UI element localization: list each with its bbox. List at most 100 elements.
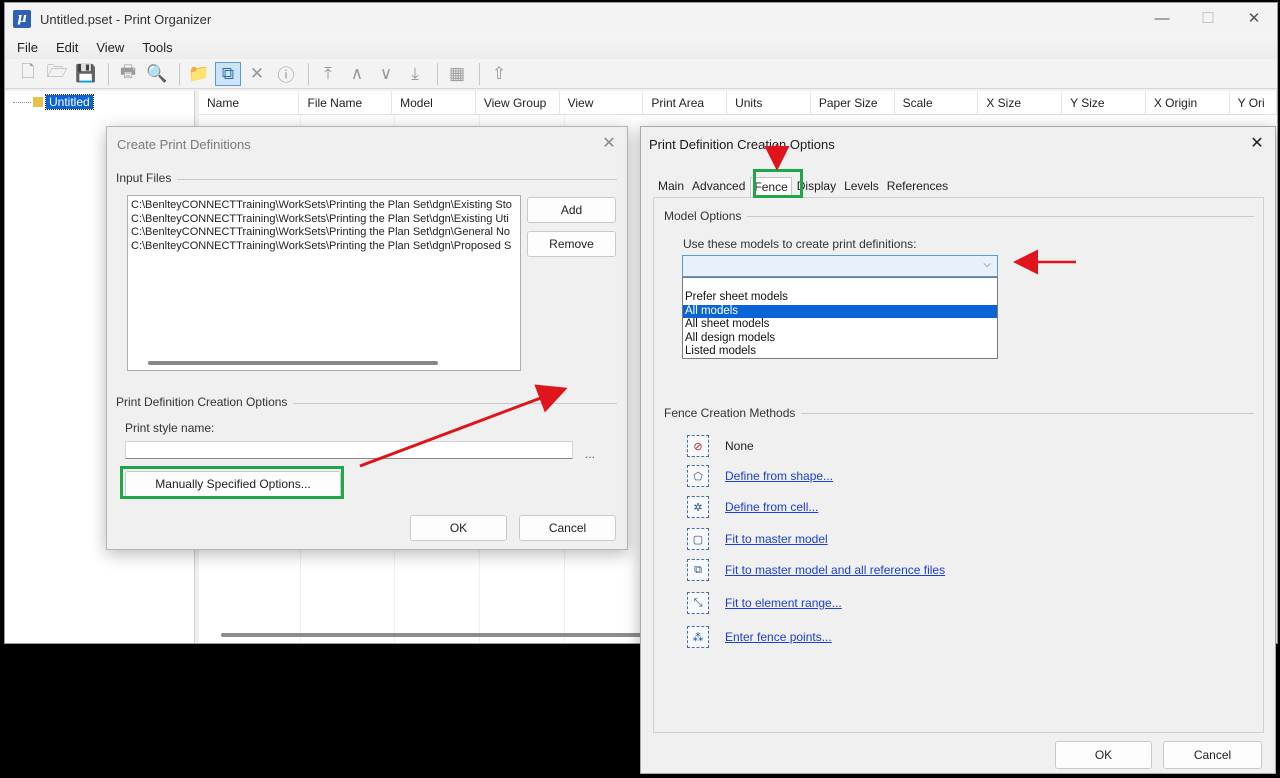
properties-icon[interactable]: ⓘ <box>273 62 299 86</box>
fence-element-range-icon[interactable]: ⤡ <box>687 592 709 614</box>
fence-none-icon[interactable]: ⊘ <box>687 435 709 457</box>
tab-strip: Main Advanced Fence Display Levels Refer… <box>655 177 953 197</box>
column-header[interactable]: Y Ori <box>1230 91 1277 114</box>
fence-method-points[interactable]: ⁂ Enter fence points... <box>687 626 832 648</box>
column-header[interactable]: File Name <box>299 91 393 114</box>
column-header[interactable]: X Size <box>978 91 1063 114</box>
input-files-list[interactable]: C:\BenlteyCONNECTTraining\WorkSets\Print… <box>127 195 521 371</box>
use-models-label: Use these models to create print definit… <box>683 237 923 251</box>
fence-method-link[interactable]: Fit to element range... <box>725 596 842 610</box>
move-up-icon[interactable]: ∧ <box>344 62 370 86</box>
chevron-down-icon[interactable]: ⌵ <box>983 259 991 270</box>
ok-button[interactable]: OK <box>1055 741 1152 769</box>
column-header[interactable]: View Group <box>476 91 560 114</box>
fence-method-master-reference[interactable]: ⧉ Fit to master model and all reference … <box>687 559 945 581</box>
fence-method-link[interactable]: Define from cell... <box>725 500 818 514</box>
list-item[interactable]: C:\BenlteyCONNECTTraining\WorkSets\Print… <box>128 240 520 254</box>
save-icon[interactable]: 💾 <box>73 62 99 86</box>
toolbar-separator <box>179 62 180 85</box>
menu-view[interactable]: View <box>96 40 124 55</box>
print-style-input[interactable] <box>125 441 573 459</box>
browse-style-button[interactable]: ... <box>585 447 595 461</box>
fence-method-link[interactable]: Fit to master model and all reference fi… <box>725 563 945 577</box>
microstation-app-icon: µ <box>13 10 31 28</box>
cancel-button[interactable]: Cancel <box>519 515 616 541</box>
group-divider <box>788 413 1254 414</box>
group-divider <box>117 179 617 180</box>
fence-methods-label: Fence Creation Methods <box>664 406 802 420</box>
tab-advanced[interactable]: Advanced <box>689 177 748 197</box>
close-icon[interactable]: ✕ <box>1247 134 1267 154</box>
print-style-label: Print style name: <box>125 421 221 435</box>
column-header[interactable]: Units <box>727 91 811 114</box>
open-icon[interactable]: 🗁 <box>44 62 70 86</box>
tab-main[interactable]: Main <box>655 177 687 197</box>
fence-master-model-icon[interactable]: ▢ <box>687 528 709 550</box>
column-header[interactable]: View <box>560 91 644 114</box>
menu-tools[interactable]: Tools <box>142 40 172 55</box>
highlight-box <box>753 169 803 198</box>
fence-method-cell[interactable]: ✲ Define from cell... <box>687 496 818 518</box>
toolbar-separator <box>437 62 438 85</box>
fence-shape-icon[interactable]: ⬠ <box>687 465 709 487</box>
column-header[interactable]: Y Size <box>1062 91 1146 114</box>
fence-method-link[interactable]: Define from shape... <box>725 469 833 483</box>
move-bottom-icon[interactable]: ⤓ <box>402 62 428 86</box>
fence-method-master-model[interactable]: ▢ Fit to master model <box>687 528 828 550</box>
tab-references[interactable]: References <box>884 177 951 197</box>
column-header[interactable]: Name <box>199 91 300 114</box>
print-definition-creation-options-dialog: Print Definition Creation Options ✕ Mode… <box>640 126 1276 774</box>
column-header[interactable]: Print Area <box>643 91 728 114</box>
column-header[interactable]: Scale <box>895 91 979 114</box>
create-definitions-icon[interactable]: ⧉ <box>215 61 241 86</box>
fence-method-none[interactable]: ⊘ None <box>687 435 754 457</box>
tab-levels[interactable]: Levels <box>841 177 882 197</box>
fence-method-element-range[interactable]: ⤡ Fit to element range... <box>687 592 842 614</box>
delete-icon[interactable]: ✕ <box>244 62 270 86</box>
tree-connector <box>13 101 31 103</box>
dropdown-option[interactable]: Prefer sheet models <box>683 291 997 305</box>
dropdown-option-selected[interactable]: All models <box>683 304 997 318</box>
models-dropdown-list: Prefer sheet models All models All sheet… <box>682 277 998 359</box>
files-horizontal-scrollbar[interactable] <box>148 361 438 365</box>
fence-points-icon[interactable]: ⁂ <box>687 626 709 648</box>
close-window-button[interactable]: ✕ <box>1231 3 1277 35</box>
fence-method-link[interactable]: Enter fence points... <box>725 630 832 644</box>
models-combo[interactable]: ⌵ <box>682 255 998 277</box>
tree-root-label[interactable]: Untitled <box>45 94 94 110</box>
list-item[interactable]: C:\BenlteyCONNECTTraining\WorkSets\Print… <box>128 199 520 213</box>
group-divider <box>724 216 1254 217</box>
maximize-button[interactable]: ☐ <box>1185 3 1231 35</box>
fence-master-reference-icon[interactable]: ⧉ <box>687 559 709 581</box>
print-icon[interactable]: 🖶 <box>115 62 141 86</box>
dropdown-option[interactable]: Listed models <box>683 345 997 359</box>
columns-icon[interactable]: ▦ <box>444 62 470 86</box>
close-icon[interactable]: ✕ <box>599 134 619 154</box>
menu-file[interactable]: File <box>17 40 38 55</box>
fence-method-shape[interactable]: ⬠ Define from shape... <box>687 465 833 487</box>
cancel-button[interactable]: Cancel <box>1163 741 1262 769</box>
tree-root[interactable]: Untitled <box>13 94 94 110</box>
remove-button[interactable]: Remove <box>527 231 616 257</box>
grid-horizontal-scrollbar[interactable] <box>221 633 651 637</box>
fence-cell-icon[interactable]: ✲ <box>687 496 709 518</box>
menu-edit[interactable]: Edit <box>56 40 78 55</box>
fence-method-link[interactable]: Fit to master model <box>725 532 828 546</box>
column-header[interactable]: Paper Size <box>811 91 895 114</box>
list-item[interactable]: C:\BenlteyCONNECTTraining\WorkSets\Print… <box>128 213 520 227</box>
preview-icon[interactable]: 🔍 <box>144 62 170 86</box>
column-header[interactable]: X Origin <box>1146 91 1230 114</box>
export-icon[interactable]: ⇧ <box>486 62 512 86</box>
new-icon[interactable]: 🗋 <box>15 62 41 86</box>
list-item[interactable]: C:\BenlteyCONNECTTraining\WorkSets\Print… <box>128 226 520 240</box>
column-header[interactable]: Model <box>392 91 476 114</box>
add-folder-icon[interactable]: 📁 <box>186 62 212 86</box>
creation-options-label: Print Definition Creation Options <box>116 395 294 409</box>
move-top-icon[interactable]: ⤒ <box>315 62 341 86</box>
minimize-button[interactable]: — <box>1139 3 1185 35</box>
move-down-icon[interactable]: ∨ <box>373 62 399 86</box>
dropdown-option[interactable]: All sheet models <box>683 318 997 332</box>
ok-button[interactable]: OK <box>410 515 507 541</box>
add-button[interactable]: Add <box>527 197 616 223</box>
dropdown-option[interactable]: All design models <box>683 332 997 346</box>
